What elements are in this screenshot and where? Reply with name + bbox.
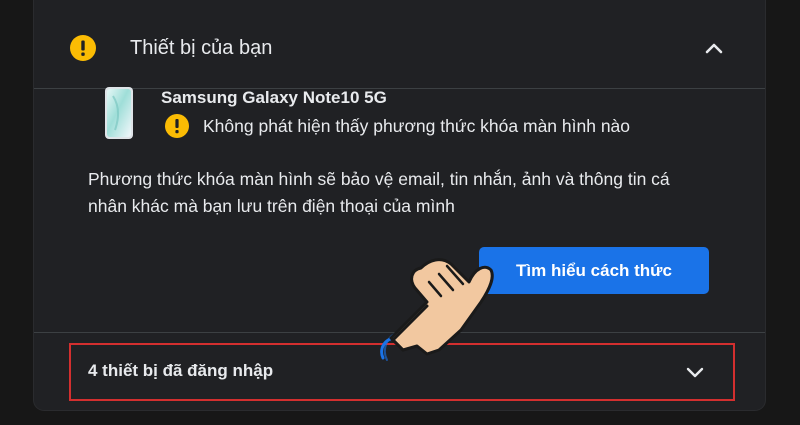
logged-in-devices-label: 4 thiết bị đã đăng nhập	[88, 361, 274, 380]
devices-section-header[interactable]: Thiết bị của bạn	[34, 0, 765, 89]
lock-description: Phương thức khóa màn hình sẽ bảo vệ emai…	[88, 169, 670, 216]
learn-how-button[interactable]: Tìm hiểu cách thức	[479, 247, 709, 294]
chevron-up-icon[interactable]	[699, 36, 729, 60]
pointing-hand-icon	[380, 258, 494, 361]
chevron-down-icon[interactable]	[683, 362, 707, 382]
device-status: Không phát hiện thấy phương thức khóa mà…	[203, 116, 631, 136]
warning-icon	[165, 114, 189, 138]
warning-icon	[70, 35, 96, 61]
section-title: Thiết bị của bạn	[130, 37, 273, 59]
device-name: Samsung Galaxy Note10 5G	[161, 88, 387, 107]
devices-card: Thiết bị của bạn Samsung Galaxy Note10 5…	[34, 0, 765, 410]
phone-icon	[105, 87, 133, 139]
